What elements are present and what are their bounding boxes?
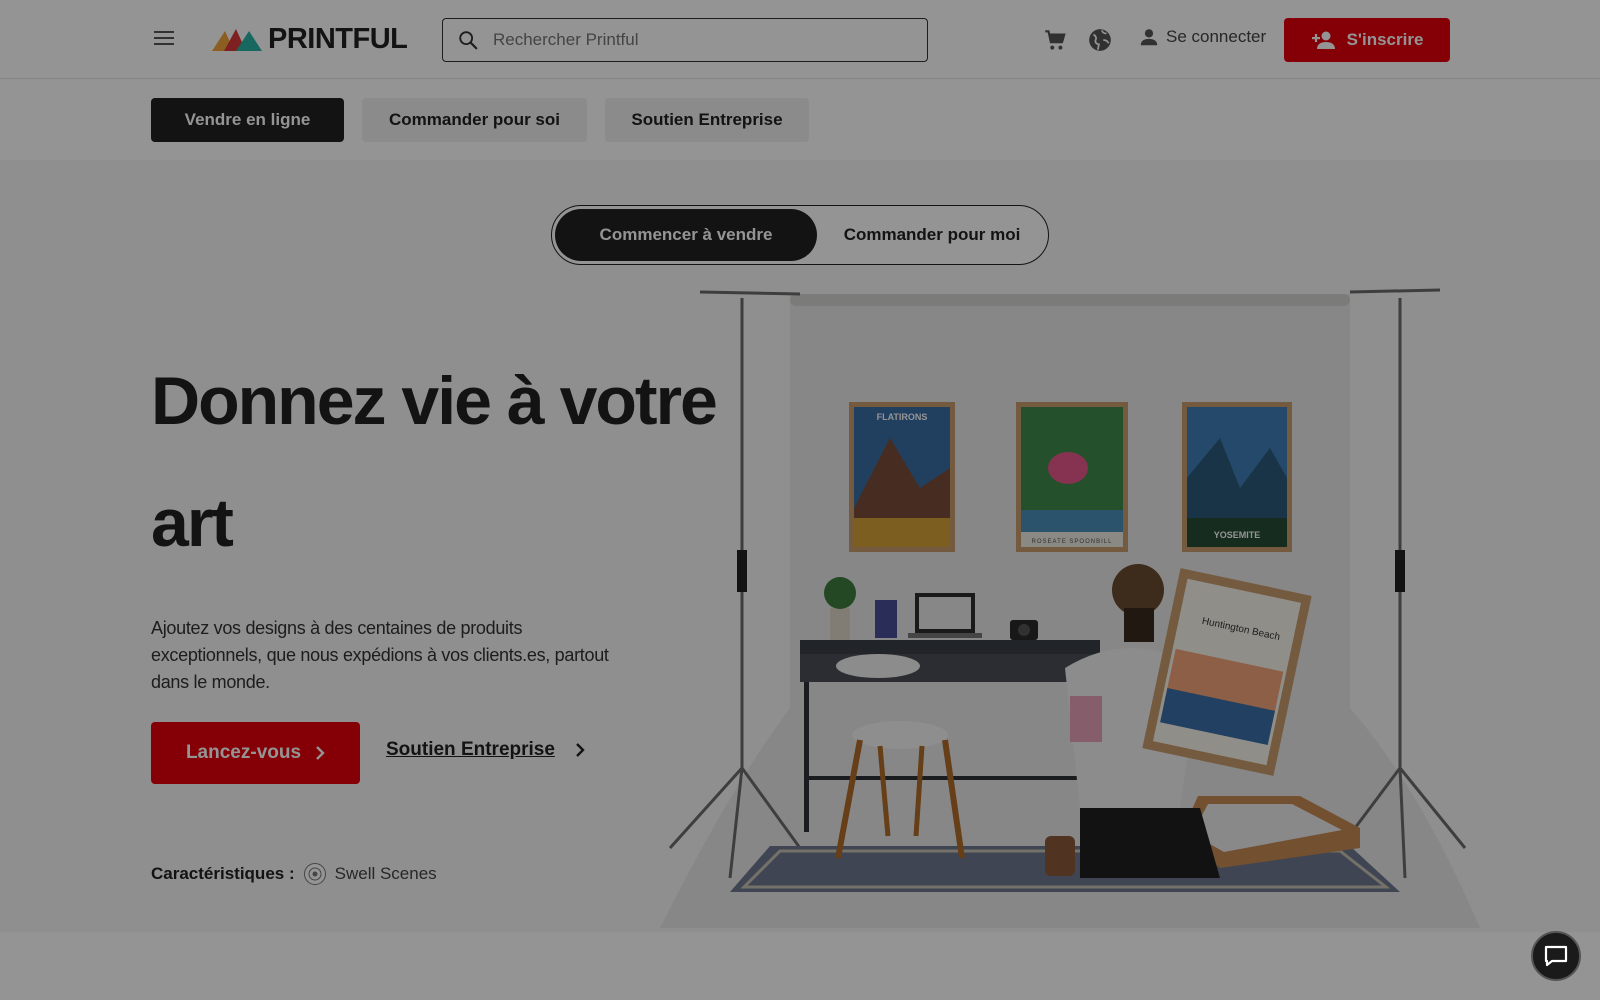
subnav-sell-online[interactable]: Vendre en ligne	[151, 98, 344, 142]
chevron-right-icon	[316, 746, 325, 760]
chat-icon	[1544, 945, 1568, 967]
signin-link[interactable]: Se connecter	[1138, 26, 1266, 48]
subnav-business-support[interactable]: Soutien Entreprise	[605, 98, 809, 142]
hero-description: Ajoutez vos designs à des centaines de p…	[151, 618, 609, 692]
headline-line-1: Donnez vie à votre	[151, 363, 718, 439]
chevron-right-icon	[576, 743, 585, 757]
poster-flatirons-title: FLATIRONS	[877, 412, 928, 422]
get-started-button[interactable]: Lancez-vous	[151, 722, 360, 784]
signup-label: S'inscrire	[1346, 30, 1424, 49]
search-bar[interactable]	[442, 18, 928, 62]
poster-yosemite-title: YOSEMITE	[1214, 530, 1261, 540]
poster-yosemite: YOSEMITE	[1182, 402, 1292, 552]
hero-photo: FLATIRONS ROSEATE SPOONBILL YOSEMITE Hun…	[660, 288, 1480, 928]
add-user-icon	[1311, 31, 1335, 49]
features-store-name: Swell Scenes	[334, 864, 437, 883]
poster-roseate-spoonbill: ROSEATE SPOONBILL	[1016, 402, 1128, 552]
user-icon	[1140, 29, 1158, 46]
cart-icon[interactable]	[1042, 27, 1068, 53]
globe-icon[interactable]	[1087, 27, 1113, 53]
search-icon	[459, 31, 478, 50]
audience-toggle: Commencer à vendre Commander pour moi	[551, 205, 1049, 265]
features-label: Caractéristiques :	[151, 864, 295, 883]
site-header: PRINTFUL Se connecter S'inscrire	[0, 0, 1600, 79]
get-started-label: Lancez-vous	[185, 742, 302, 763]
store-badge-icon	[303, 863, 326, 885]
poster-roseate-spoonbill-title: ROSEATE SPOONBILL	[1032, 539, 1113, 545]
chat-button[interactable]	[1531, 931, 1581, 981]
sub-navigation: Vendre en ligne Commander pour soi Souti…	[0, 80, 1600, 160]
printful-logo[interactable]: PRINTFUL	[212, 22, 408, 55]
signup-button[interactable]: S'inscrire	[1284, 18, 1450, 62]
poster-flatirons: FLATIRONS	[849, 402, 955, 552]
brand-name: PRINTFUL	[268, 22, 408, 55]
subnav-order-for-self[interactable]: Commander pour soi	[362, 98, 587, 142]
featured-store: Caractéristiques : Swell Scenes	[151, 862, 437, 886]
signin-label: Se connecter	[1166, 27, 1267, 46]
business-support-label: Soutien Entreprise	[386, 739, 555, 760]
search-input[interactable]	[493, 30, 893, 50]
menu-icon[interactable]	[152, 27, 176, 51]
logo-mark-icon	[212, 29, 262, 51]
toggle-order-for-me[interactable]: Commander pour moi	[817, 209, 1047, 261]
headline-line-2: art	[151, 485, 234, 561]
business-support-link[interactable]: Soutien Entreprise	[386, 739, 585, 761]
toggle-start-selling[interactable]: Commencer à vendre	[555, 209, 817, 261]
hero-section: Commencer à vendre Commander pour moi Do…	[0, 160, 1600, 932]
